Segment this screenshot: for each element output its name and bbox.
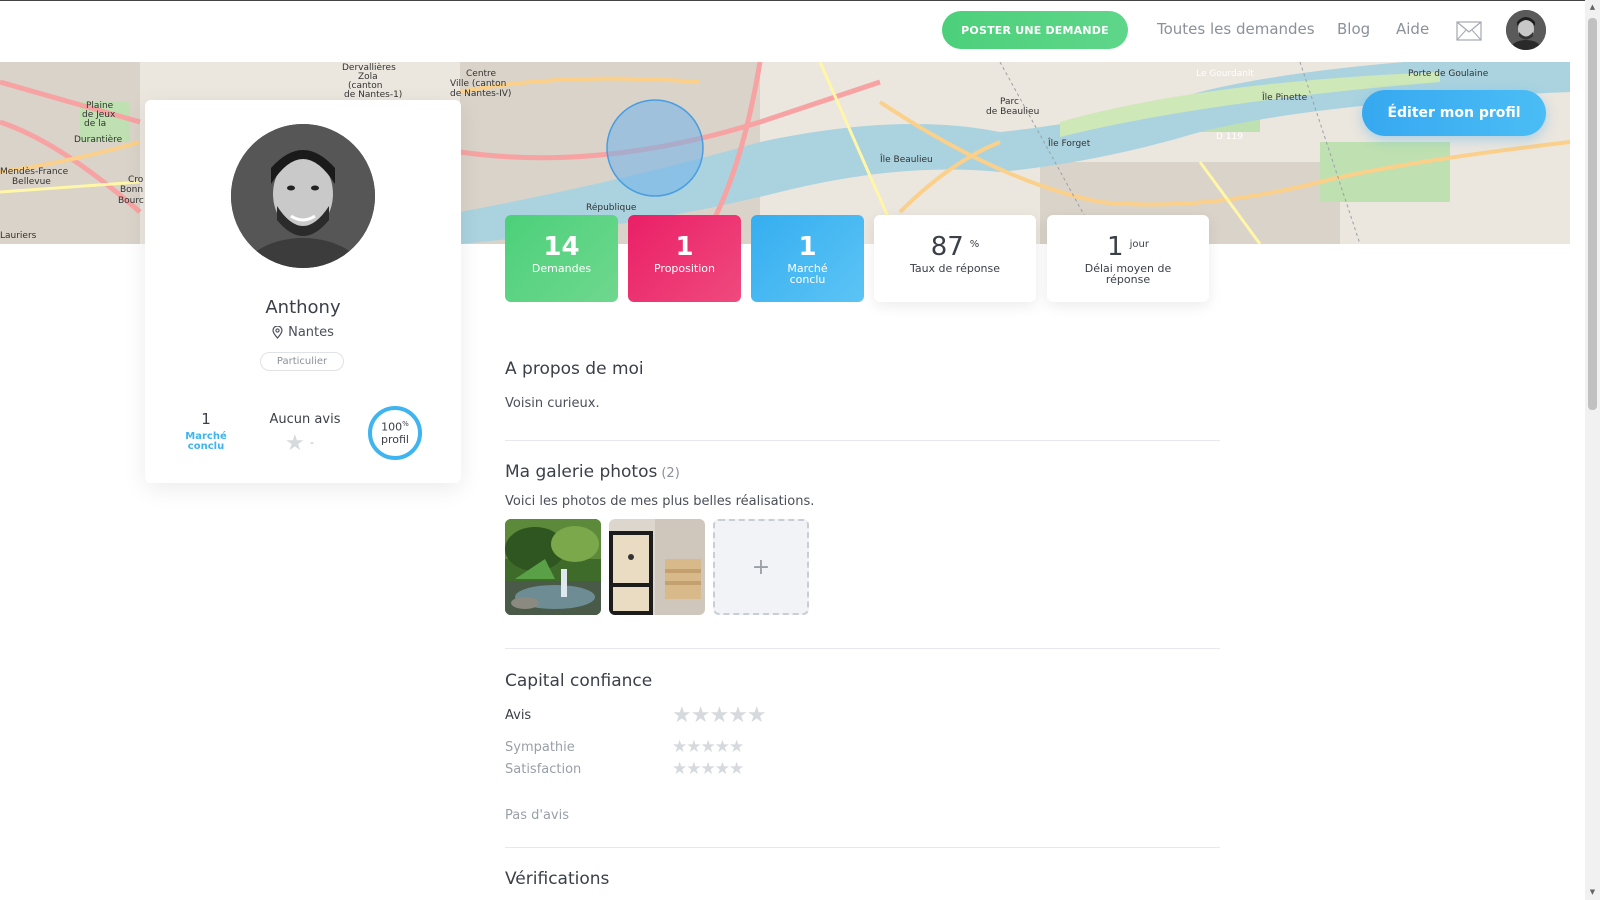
tile-label: Taux de réponse xyxy=(909,262,1001,275)
tile-value: 1 xyxy=(798,232,817,262)
star-icon: ★ xyxy=(285,431,305,456)
svg-text:Porte de Goulaine: Porte de Goulaine xyxy=(1408,69,1489,79)
svg-text:Île Beaulieu: Île Beaulieu xyxy=(879,153,933,165)
svg-text:Cro: Cro xyxy=(128,175,144,185)
divider xyxy=(505,648,1220,649)
edit-profile-button[interactable]: Éditer mon profil xyxy=(1362,90,1546,136)
no-reviews-text: Pas d'avis xyxy=(505,808,569,823)
add-photo-button[interactable]: + xyxy=(713,519,809,615)
svg-text:de la: de la xyxy=(84,119,106,129)
tile-value: 87 xyxy=(930,232,964,262)
tile-label: Proposition xyxy=(653,262,716,275)
svg-text:Bourc: Bourc xyxy=(118,196,144,206)
tile-value: 1 xyxy=(675,232,694,262)
svg-text:Île Forget: Île Forget xyxy=(1047,137,1091,149)
svg-text:République: République xyxy=(586,202,637,213)
rating-label-satisfaction: Satisfaction xyxy=(505,762,582,777)
svg-text:Bonn: Bonn xyxy=(120,185,143,195)
nav-link-all-requests[interactable]: Toutes les demandes xyxy=(1157,20,1315,38)
scrollbar-thumb[interactable] xyxy=(1588,18,1597,410)
tile-unit: % xyxy=(969,239,980,250)
svg-text:Ville (canton: Ville (canton xyxy=(450,79,506,89)
completion-unit: % xyxy=(402,420,409,428)
rating-stars-satisfaction: ★★★★★ xyxy=(672,759,744,779)
svg-text:de Nantes-IV): de Nantes-IV) xyxy=(450,89,511,99)
rating-label-avis: Avis xyxy=(505,708,532,723)
gallery-count: (2) xyxy=(661,466,680,481)
divider xyxy=(505,440,1220,441)
tile-label: Délai moyen de réponse xyxy=(1084,262,1172,286)
svg-text:de Beaulieu: de Beaulieu xyxy=(986,107,1039,117)
svg-text:D 119: D 119 xyxy=(1216,132,1243,142)
deals-label[interactable]: Marché conclu xyxy=(181,432,231,452)
gallery-photo-furniture[interactable] xyxy=(609,519,705,615)
rating-stars-avis: ★★★★★ xyxy=(672,703,767,728)
nav-link-help[interactable]: Aide xyxy=(1396,20,1429,38)
profile-completion-text: 100% profil xyxy=(367,418,423,446)
tile-label: Demandes xyxy=(531,262,592,275)
divider xyxy=(505,847,1220,848)
profile-city: Nantes xyxy=(288,325,334,340)
profile-location: Nantes xyxy=(145,325,461,340)
svg-text:Parc: Parc xyxy=(1000,97,1019,107)
location-pin-icon xyxy=(272,326,283,339)
svg-text:Bellevue: Bellevue xyxy=(12,177,51,187)
trust-title: Capital confiance xyxy=(505,671,653,691)
about-title: A propos de moi xyxy=(505,359,644,379)
svg-text:Durantière: Durantière xyxy=(74,134,123,145)
profile-type-badge: Particulier xyxy=(260,352,344,371)
gallery-title-text: Ma galerie photos xyxy=(505,462,658,482)
stat-tile-response-delay: 1 jour Délai moyen de réponse xyxy=(1047,215,1209,302)
stat-tile-response-rate: 87% Taux de réponse xyxy=(874,215,1036,302)
tile-value: 1 xyxy=(1107,232,1124,262)
reviews-dash: - xyxy=(310,436,314,449)
nav-link-blog[interactable]: Blog xyxy=(1337,20,1370,38)
svg-text:de Nantes-1): de Nantes-1) xyxy=(344,90,402,100)
stat-tile-deals[interactable]: 1 Marché conclu xyxy=(751,215,864,302)
profile-name: Anthony xyxy=(265,297,341,318)
tile-value: 14 xyxy=(543,232,580,262)
verifications-title: Vérifications xyxy=(505,869,610,889)
profile-card: Anthony Nantes Particulier 1 Marché conc… xyxy=(145,100,461,483)
gallery-title: Ma galerie photos (2) xyxy=(505,462,680,482)
reviews-label: Aucun avis xyxy=(269,412,341,427)
deals-count: 1 xyxy=(201,410,211,428)
tile-unit: jour xyxy=(1129,239,1149,250)
svg-text:Mendès-France: Mendès-France xyxy=(0,166,69,177)
svg-text:Lauriers: Lauriers xyxy=(0,231,37,241)
envelope-icon[interactable] xyxy=(1456,21,1482,41)
svg-text:Centre: Centre xyxy=(466,69,497,79)
rating-label-sympathie: Sympathie xyxy=(505,740,575,755)
post-request-button[interactable]: POSTER UNE DEMANDE xyxy=(942,11,1128,49)
scroll-up-arrow[interactable]: ▲ xyxy=(1588,3,1597,13)
profile-avatar xyxy=(231,124,375,268)
scroll-down-arrow[interactable]: ▼ xyxy=(1588,888,1597,898)
stat-tile-proposals[interactable]: 1 Proposition xyxy=(628,215,741,302)
stat-tile-requests[interactable]: 14 Demandes xyxy=(505,215,618,302)
svg-text:Île Pinette: Île Pinette xyxy=(1261,91,1308,103)
about-text: Voisin curieux. xyxy=(505,396,600,411)
tile-label: Marché conclu xyxy=(787,262,828,286)
rating-stars-sympathie: ★★★★★ xyxy=(672,737,744,757)
top-navbar: POSTER UNE DEMANDE Toutes les demandes B… xyxy=(0,0,1585,62)
user-avatar[interactable] xyxy=(1506,10,1546,50)
completion-label: profil xyxy=(381,432,409,446)
gallery-photo-garden[interactable] xyxy=(505,519,601,615)
svg-text:Le Gourdanlt: Le Gourdanlt xyxy=(1196,69,1254,79)
gallery-text: Voici les photos de mes plus belles réal… xyxy=(505,494,815,509)
